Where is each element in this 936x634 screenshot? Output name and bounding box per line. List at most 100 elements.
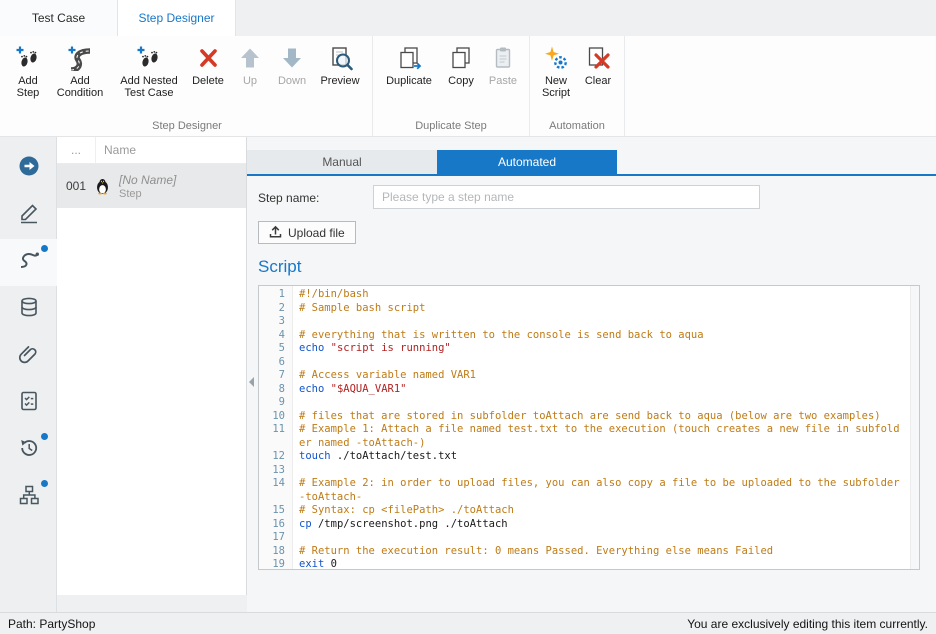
upload-file-label: Upload file [288,226,345,240]
sidebar-item-navigate[interactable] [0,145,57,192]
hierarchy-notification-dot [41,480,48,487]
ribbon-group-label: Duplicate Step [378,118,524,136]
detail-tab-bar: Manual Automated [247,150,936,176]
code-row: 13 [259,464,910,478]
step-list-row[interactable]: 001 [No Name] Step [57,164,246,208]
copy-label: Copy [448,75,474,87]
editor-scrollbar[interactable] [910,286,919,569]
add-nested-test-case-label: Add Nested Test Case [111,75,187,99]
linux-penguin-icon [95,177,115,195]
code-row: 5echo "script is running" [259,342,910,356]
add-condition-label: Add Condition [49,75,111,99]
code-row: 6 [259,356,910,370]
duplicate-icon [394,43,424,73]
preview-icon [325,43,355,73]
navigate-circle-arrow-icon [18,155,40,182]
tab-step-designer[interactable]: Step Designer [118,0,236,36]
code-row: 10# files that are stored in subfolder t… [259,410,910,424]
duplicate-button[interactable]: Duplicate [378,36,440,87]
code-row: 18# Return the execution result: 0 means… [259,545,910,559]
clear-button[interactable]: Clear [577,36,619,87]
paste-label: Paste [489,75,517,87]
duplicate-label: Duplicate [386,75,432,87]
sidebar-item-edit[interactable] [0,192,57,239]
steps-list-header: ... Name [57,137,246,164]
add-step-label: Add Step [7,75,49,99]
code-row: 14# Example 2: in order to upload files,… [259,477,910,504]
history-notification-dot [41,433,48,440]
left-icon-sidebar [0,137,57,612]
script-heading: Script [258,257,301,277]
steps-list-panel: ... Name 001 [No Name] Step [57,137,247,595]
tab-test-case[interactable]: Test Case [0,0,118,36]
ribbon-group-duplicate-step: Duplicate Copy [373,36,530,136]
status-bar: Path: PartyShop You are exclusively edit… [0,612,936,634]
add-nested-test-case-icon [134,43,164,73]
code-row: 19exit 0 [259,558,910,570]
down-button[interactable]: Down [271,36,313,87]
steps-notification-dot [41,245,48,252]
sidebar-item-data[interactable] [0,286,57,333]
code-row: 17 [259,531,910,545]
add-condition-button[interactable]: Add Condition [49,36,111,99]
down-label: Down [278,75,306,87]
tab-step-designer-label: Step Designer [138,11,214,25]
paste-icon [488,43,518,73]
add-nested-test-case-button[interactable]: Add Nested Test Case [111,36,187,99]
code-row: 4# everything that is written to the con… [259,329,910,343]
sidebar-item-attachments[interactable] [0,333,57,380]
copy-button[interactable]: Copy [440,36,482,87]
ribbon-group-label: Automation [535,118,619,136]
delete-button[interactable]: Delete [187,36,229,87]
code-row: 15# Syntax: cp <filePath> ./toAttach [259,504,910,518]
script-editor[interactable]: 1#!/bin/bash2# Sample bash script3 4# ev… [258,285,920,570]
tab-manual[interactable]: Manual [247,150,437,174]
database-icon [18,296,40,323]
collapse-panel-arrow[interactable] [248,375,255,393]
edit-pencil-icon [18,202,40,229]
sidebar-item-checklist[interactable] [0,380,57,427]
code-row: 12touch ./toAttach/test.txt [259,450,910,464]
copy-icon [446,43,476,73]
upload-icon [269,225,282,241]
history-clock-icon [18,437,40,464]
code-row: 11# Example 1: Attach a file named test.… [259,423,910,450]
paperclip-icon [18,343,40,370]
delete-label: Delete [192,75,224,87]
code-row: 8echo "$AQUA_VAR1" [259,383,910,397]
step-type-text: Step [119,188,176,200]
tab-automated-label: Automated [498,155,556,169]
up-label: Up [243,75,257,87]
up-button[interactable]: Up [229,36,271,87]
code-lines: 1#!/bin/bash2# Sample bash script3 4# ev… [259,288,910,570]
column-header-name[interactable]: Name [95,137,246,163]
preview-button[interactable]: Preview [313,36,367,87]
paste-button[interactable]: Paste [482,36,524,87]
step-name-label: Step name: [258,191,319,205]
sidebar-item-history[interactable] [0,427,57,474]
document-tab-bar: Test Case Step Designer [0,0,936,36]
clear-label: Clear [585,75,611,87]
new-script-icon [541,43,571,73]
new-script-button[interactable]: New Script [535,36,577,99]
step-name-input[interactable] [373,185,760,209]
upload-file-button[interactable]: Upload file [258,221,356,244]
tab-automated[interactable]: Automated [437,150,617,174]
tab-test-case-label: Test Case [32,11,85,25]
down-arrow-icon [277,43,307,73]
ribbon-group-automation: New Script Clear Automation [530,36,625,136]
add-step-button[interactable]: Add Step [7,36,49,99]
ribbon: Add Step Add Condition [0,36,936,137]
ribbon-group-step-designer: Add Step Add Condition [2,36,373,136]
status-edit-message: You are exclusively editing this item cu… [687,617,928,631]
sidebar-item-hierarchy[interactable] [0,474,57,521]
checklist-icon [18,390,40,417]
code-row: 7# Access variable named VAR1 [259,369,910,383]
sitemap-icon [18,484,40,511]
code-row: 1#!/bin/bash [259,288,910,302]
clear-icon [583,43,613,73]
sidebar-item-steps[interactable] [0,239,57,286]
tab-manual-label: Manual [322,155,361,169]
column-header-more[interactable]: ... [57,143,95,157]
add-step-icon [13,43,43,73]
